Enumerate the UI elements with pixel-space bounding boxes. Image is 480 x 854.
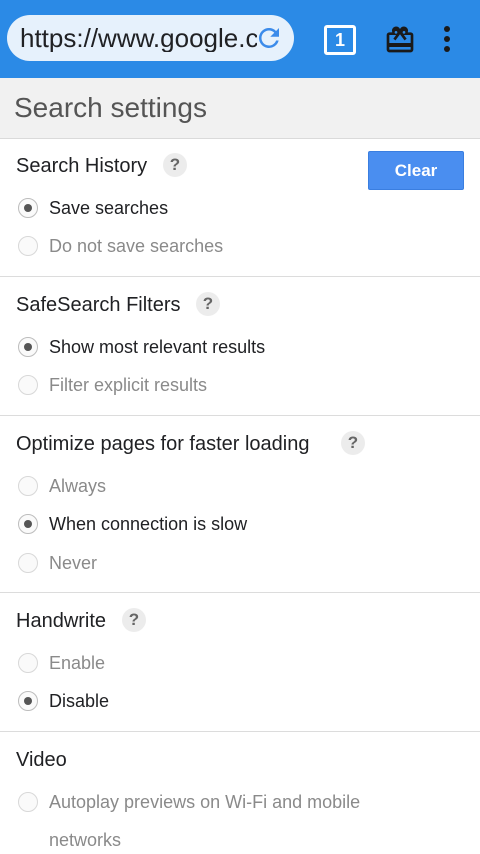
optimize-title: Optimize pages for faster loading <box>16 433 310 455</box>
radio-button[interactable] <box>18 792 38 812</box>
browser-toolbar: https://www.google.com 1 <box>0 0 480 78</box>
gift-icon[interactable] <box>384 22 416 56</box>
option-label: Disable <box>49 691 110 711</box>
radio-button-selected[interactable] <box>18 691 38 711</box>
radio-never[interactable]: Never <box>18 551 458 575</box>
radio-most-relevant[interactable]: Show most relevant results <box>18 335 458 359</box>
handwrite-section: Handwrite ? Enable Disable <box>0 593 480 732</box>
url-text[interactable]: https://www.google.com <box>20 24 257 52</box>
page-title: Search settings <box>14 92 207 123</box>
option-label: Always <box>49 476 107 496</box>
radio-button[interactable] <box>18 553 38 573</box>
url-bar[interactable]: https://www.google.com <box>7 15 294 61</box>
radio-when-slow[interactable]: When connection is slow <box>18 512 458 536</box>
radio-button-selected[interactable] <box>18 198 38 218</box>
safesearch-title: SafeSearch Filters <box>16 294 181 316</box>
radio-enable[interactable]: Enable <box>18 651 458 675</box>
radio-do-not-save[interactable]: Do not save searches <box>18 234 458 258</box>
option-label: networks <box>49 830 122 850</box>
option-label: Autoplay previews on Wi-Fi and mobile <box>49 792 361 812</box>
video-section: Video Autoplay previews on Wi-Fi and mob… <box>0 732 480 854</box>
option-label: Save searches <box>49 198 169 218</box>
reload-icon[interactable] <box>254 23 284 53</box>
radio-filter-explicit[interactable]: Filter explicit results <box>18 373 458 397</box>
radio-button[interactable] <box>18 476 38 496</box>
help-icon[interactable]: ? <box>122 608 146 632</box>
help-icon[interactable]: ? <box>196 292 220 316</box>
option-label: When connection is slow <box>49 514 248 534</box>
more-vert-icon[interactable] <box>438 24 456 56</box>
radio-button-selected[interactable] <box>18 337 38 357</box>
option-label: Never <box>49 553 98 573</box>
tab-count: 1 <box>334 30 345 50</box>
radio-button[interactable] <box>18 653 38 673</box>
option-label: Show most relevant results <box>49 337 266 357</box>
option-label: Filter explicit results <box>49 375 208 395</box>
safesearch-section: SafeSearch Filters ? Show most relevant … <box>0 277 480 416</box>
radio-disable[interactable]: Disable <box>18 689 458 713</box>
radio-autoplay-previews[interactable]: Autoplay previews on Wi-Fi and mobile <box>18 790 458 814</box>
help-icon[interactable]: ? <box>341 431 365 455</box>
radio-button-selected[interactable] <box>18 514 38 534</box>
option-label-continued: networks <box>18 828 458 852</box>
video-title: Video <box>16 749 67 771</box>
search-history-title: Search History <box>16 155 148 177</box>
handwrite-title: Handwrite <box>16 610 107 632</box>
page-header: Search settings <box>0 78 480 139</box>
radio-button[interactable] <box>18 375 38 395</box>
tabs-icon[interactable]: 1 <box>324 25 356 55</box>
radio-button[interactable] <box>18 236 38 256</box>
optimize-section: Optimize pages for faster loading ? Alwa… <box>0 416 480 593</box>
radio-always[interactable]: Always <box>18 474 458 498</box>
radio-save-searches[interactable]: Save searches <box>18 196 458 220</box>
clear-button[interactable]: Clear <box>368 151 464 190</box>
help-icon[interactable]: ? <box>163 153 187 177</box>
option-label: Do not save searches <box>49 236 224 256</box>
option-label: Enable <box>49 653 106 673</box>
